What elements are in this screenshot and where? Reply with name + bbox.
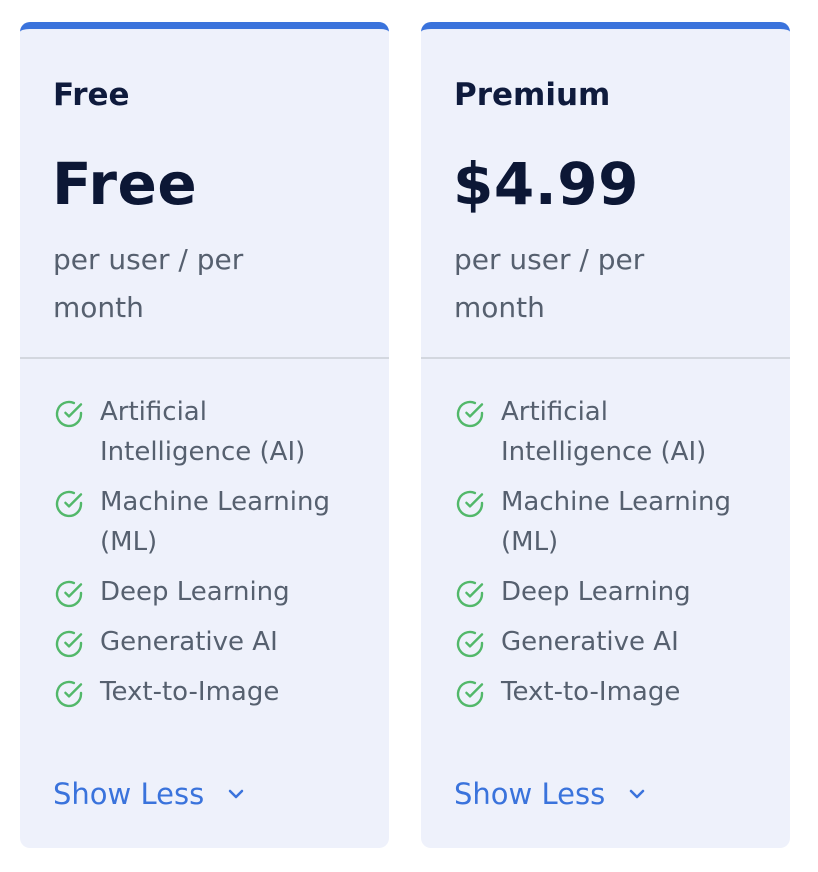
plan-price: $4.99: [453, 150, 639, 218]
check-circle-icon: [454, 398, 486, 430]
pricing-card-free: Free Free per user / per month Artificia…: [20, 22, 389, 848]
feature-label: Artificial Intelligence (AI): [100, 397, 306, 467]
feature-item: Machine Learning (ML): [454, 487, 764, 562]
card-divider: [421, 357, 790, 359]
check-circle-icon: [53, 678, 85, 710]
show-less-button[interactable]: Show Less: [53, 774, 248, 814]
check-circle-icon: [53, 578, 85, 610]
check-circle-icon: [53, 488, 85, 520]
show-less-label: Show Less: [454, 777, 606, 811]
feature-item: Machine Learning (ML): [53, 487, 363, 562]
check-circle-icon: [454, 678, 486, 710]
plan-name: Premium: [454, 77, 611, 113]
feature-item: Text-to-Image: [53, 677, 363, 712]
plan-price: Free: [52, 150, 198, 218]
chevron-down-icon: [228, 789, 244, 799]
feature-label: Generative AI: [100, 627, 278, 657]
pricing-cards: Free Free per user / per month Artificia…: [0, 0, 818, 872]
check-circle-icon: [454, 488, 486, 520]
check-circle-icon: [53, 398, 85, 430]
feature-item: Generative AI: [53, 627, 363, 662]
feature-list: Artificial Intelligence (AI) Machine Lea…: [53, 397, 363, 728]
feature-label: Machine Learning (ML): [100, 487, 330, 557]
feature-item: Deep Learning: [53, 577, 363, 612]
check-circle-icon: [454, 628, 486, 660]
chevron-down-icon: [629, 789, 645, 799]
pricing-card-premium: Premium $4.99 per user / per month Artif…: [421, 22, 790, 848]
feature-item: Generative AI: [454, 627, 764, 662]
feature-label: Deep Learning: [100, 577, 290, 607]
feature-label: Machine Learning (ML): [501, 487, 731, 557]
price-period: per user / per month: [53, 243, 244, 324]
plan-name: Free: [53, 77, 130, 113]
show-less-label: Show Less: [53, 777, 205, 811]
price-period: per user / per month: [454, 243, 645, 324]
feature-item: Text-to-Image: [454, 677, 764, 712]
feature-list: Artificial Intelligence (AI) Machine Lea…: [454, 397, 764, 728]
feature-item: Deep Learning: [454, 577, 764, 612]
feature-item: Artificial Intelligence (AI): [53, 397, 363, 472]
card-divider: [20, 357, 389, 359]
feature-label: Text-to-Image: [501, 677, 681, 707]
feature-label: Deep Learning: [501, 577, 691, 607]
check-circle-icon: [454, 578, 486, 610]
feature-label: Generative AI: [501, 627, 679, 657]
show-less-button[interactable]: Show Less: [454, 774, 649, 814]
check-circle-icon: [53, 628, 85, 660]
feature-item: Artificial Intelligence (AI): [454, 397, 764, 472]
feature-label: Artificial Intelligence (AI): [501, 397, 707, 467]
feature-label: Text-to-Image: [100, 677, 280, 707]
